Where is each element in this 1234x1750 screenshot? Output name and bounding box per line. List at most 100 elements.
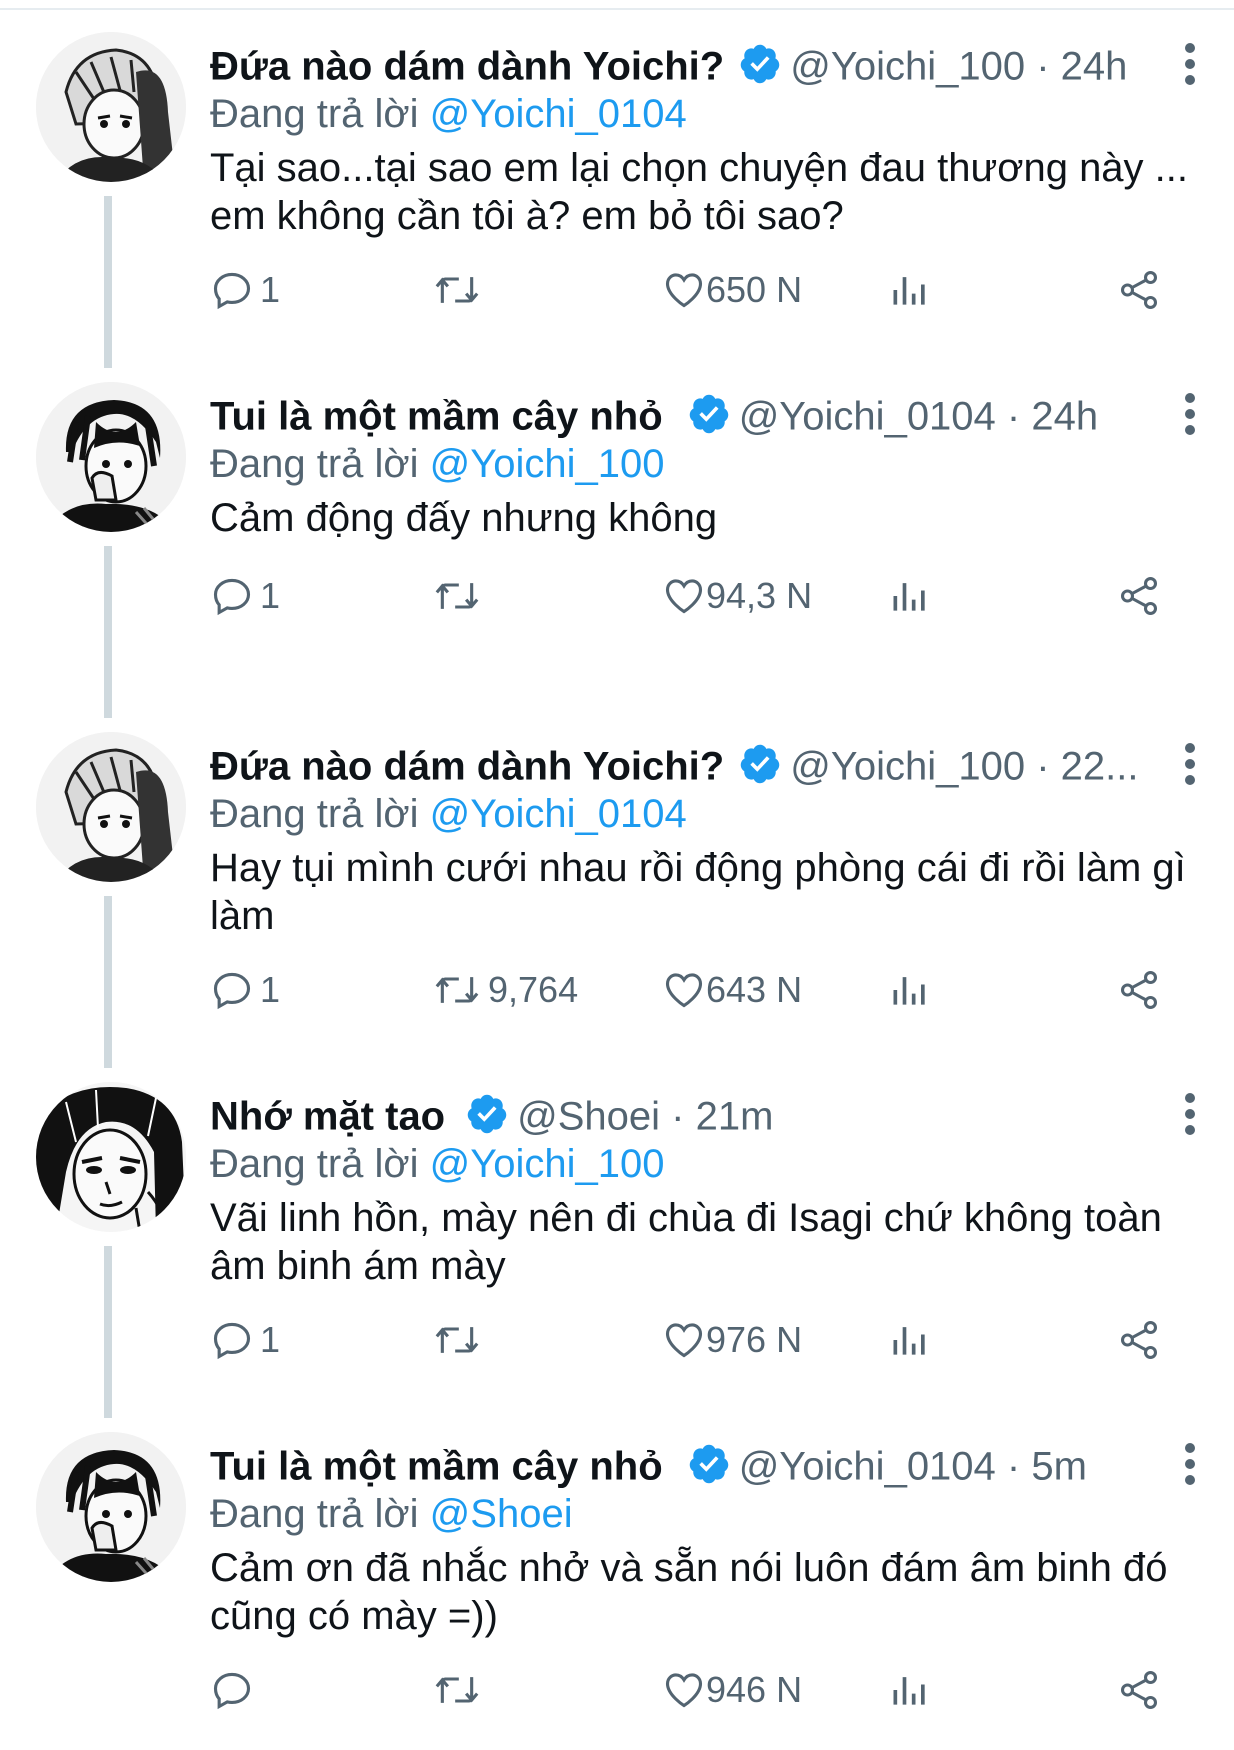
- handle[interactable]: @Yoichi_100: [790, 744, 1025, 788]
- reply-icon: [213, 272, 251, 310]
- views-button[interactable]: [888, 262, 932, 318]
- separator: ·: [671, 1094, 685, 1139]
- reply-count: 1: [260, 269, 281, 310]
- tweet-text: Vãi linh hồn, mày nên đi chùa đi Isagi c…: [210, 1196, 1162, 1288]
- views-icon: [893, 277, 925, 305]
- reply-mention-link[interactable]: @Shoei: [430, 1492, 573, 1536]
- retweet-count: 9,764: [488, 969, 579, 1010]
- timestamp[interactable]: 24h: [1031, 394, 1098, 438]
- reply-button[interactable]: [210, 1662, 260, 1718]
- avatar[interactable]: [36, 32, 186, 182]
- retweet-button[interactable]: 9,764: [432, 962, 578, 1018]
- display-name[interactable]: Tui là một mầm cây nhỏ: [210, 394, 663, 438]
- share-button[interactable]: [1116, 962, 1162, 1018]
- timestamp[interactable]: 24h: [1061, 44, 1128, 88]
- more-vertical-icon[interactable]: [1170, 40, 1210, 88]
- like-button[interactable]: 946 N: [662, 1662, 802, 1718]
- share-button[interactable]: [1116, 568, 1162, 624]
- reply-icon: [213, 972, 251, 1010]
- handle[interactable]: @Yoichi_0104: [739, 394, 996, 438]
- replying-to: Đang trả lời @Yoichi_100: [210, 440, 1210, 488]
- reply-prefix: Đang trả lời: [210, 1492, 419, 1536]
- like-button[interactable]: 94,3 N: [662, 568, 812, 624]
- share-button[interactable]: [1116, 262, 1162, 318]
- views-icon: [893, 583, 925, 611]
- views-icon: [893, 977, 925, 1005]
- share-button[interactable]: [1116, 1662, 1162, 1718]
- reply-mention-link[interactable]: @Yoichi_100: [430, 1142, 665, 1186]
- reply-button[interactable]: 1: [210, 262, 280, 318]
- tweet[interactable]: Tui là một mầm cây nhỏ @Yoichi_0104 · 24h…: [0, 360, 1234, 718]
- retweet-icon: [435, 1677, 479, 1703]
- share-icon: [1120, 971, 1158, 1009]
- like-button[interactable]: 976 N: [662, 1312, 802, 1368]
- display-name[interactable]: Tui là một mầm cây nhỏ: [210, 1444, 663, 1488]
- reply-button[interactable]: 1: [210, 568, 280, 624]
- handle[interactable]: @Shoei: [517, 1094, 660, 1138]
- share-icon: [1120, 1321, 1158, 1359]
- retweet-button[interactable]: [432, 1662, 488, 1718]
- tweet[interactable]: Đứa nào dám dành Yoichi? @Yoichi_100 · 24…: [0, 10, 1234, 368]
- views-button[interactable]: [888, 962, 932, 1018]
- views-button[interactable]: [888, 1662, 932, 1718]
- replying-to: Đang trả lời @Yoichi_0104: [210, 790, 1210, 838]
- thread-line: [104, 196, 112, 368]
- reply-button[interactable]: 1: [210, 1312, 280, 1368]
- timestamp[interactable]: 5m: [1031, 1444, 1087, 1488]
- more-vertical-icon[interactable]: [1170, 1090, 1210, 1138]
- tweet[interactable]: Nhớ mặt tao @Shoei · 21m Đang trả lời @Yo…: [0, 1060, 1234, 1418]
- retweet-icon: [435, 977, 479, 1003]
- share-icon: [1120, 577, 1158, 615]
- reply-mention-link[interactable]: @Yoichi_0104: [430, 92, 687, 136]
- action-bar: 1 650 N: [210, 262, 1170, 318]
- avatar[interactable]: [36, 382, 186, 532]
- reply-prefix: Đang trả lời: [210, 792, 419, 836]
- reply-mention-link[interactable]: @Yoichi_100: [430, 442, 665, 486]
- retweet-button[interactable]: [432, 262, 488, 318]
- views-icon: [893, 1677, 925, 1705]
- display-name[interactable]: Đứa nào dám dành Yoichi?: [210, 44, 724, 88]
- like-count: 94,3 N: [706, 575, 813, 616]
- tweet[interactable]: Tui là một mầm cây nhỏ @Yoichi_0104 · 5m …: [0, 1410, 1234, 1750]
- avatar[interactable]: [36, 1432, 186, 1582]
- display-name[interactable]: Đứa nào dám dành Yoichi?: [210, 744, 724, 788]
- retweet-icon: [435, 583, 479, 609]
- more-vertical-icon[interactable]: [1170, 390, 1210, 438]
- action-bar: 1 9,764 643 N: [210, 962, 1170, 1018]
- like-count: 643 N: [706, 969, 803, 1010]
- timestamp[interactable]: 22...: [1061, 744, 1139, 788]
- avatar[interactable]: [36, 732, 186, 882]
- display-name[interactable]: Nhớ mặt tao: [210, 1094, 445, 1138]
- reply-prefix: Đang trả lời: [210, 92, 419, 136]
- verified-badge-icon: [689, 1445, 728, 1484]
- tweet-text: Cảm ơn đã nhắc nhở và sẵn nói luôn đám â…: [210, 1546, 1168, 1638]
- heart-icon: [665, 273, 703, 308]
- replying-to: Đang trả lời @Shoei: [210, 1490, 1210, 1538]
- like-count: 976 N: [706, 1319, 803, 1360]
- reply-count: 1: [260, 969, 281, 1010]
- like-button[interactable]: 643 N: [662, 962, 802, 1018]
- share-button[interactable]: [1116, 1312, 1162, 1368]
- handle[interactable]: @Yoichi_100: [790, 44, 1025, 88]
- reply-prefix: Đang trả lời: [210, 442, 419, 486]
- reply-button[interactable]: 1: [210, 962, 280, 1018]
- retweet-button[interactable]: [432, 568, 488, 624]
- like-button[interactable]: 650 N: [662, 262, 802, 318]
- avatar[interactable]: [36, 1082, 186, 1232]
- heart-icon: [665, 579, 703, 614]
- retweet-icon: [435, 277, 479, 303]
- views-button[interactable]: [888, 1312, 932, 1368]
- reply-count: 1: [260, 1319, 281, 1360]
- more-vertical-icon[interactable]: [1170, 740, 1210, 788]
- handle[interactable]: @Yoichi_0104: [739, 1444, 996, 1488]
- verified-badge-icon: [689, 395, 728, 434]
- heart-icon: [665, 973, 703, 1008]
- timestamp[interactable]: 21m: [696, 1094, 774, 1138]
- tweet[interactable]: Đứa nào dám dành Yoichi? @Yoichi_100 · 22…: [0, 710, 1234, 1068]
- tweet-text: Hay tụi mình cưới nhau rồi động phòng cá…: [210, 846, 1186, 938]
- reply-mention-link[interactable]: @Yoichi_0104: [430, 792, 687, 836]
- replying-to: Đang trả lời @Yoichi_100: [210, 1140, 1210, 1188]
- views-button[interactable]: [888, 568, 932, 624]
- retweet-button[interactable]: [432, 1312, 488, 1368]
- more-vertical-icon[interactable]: [1170, 1440, 1210, 1488]
